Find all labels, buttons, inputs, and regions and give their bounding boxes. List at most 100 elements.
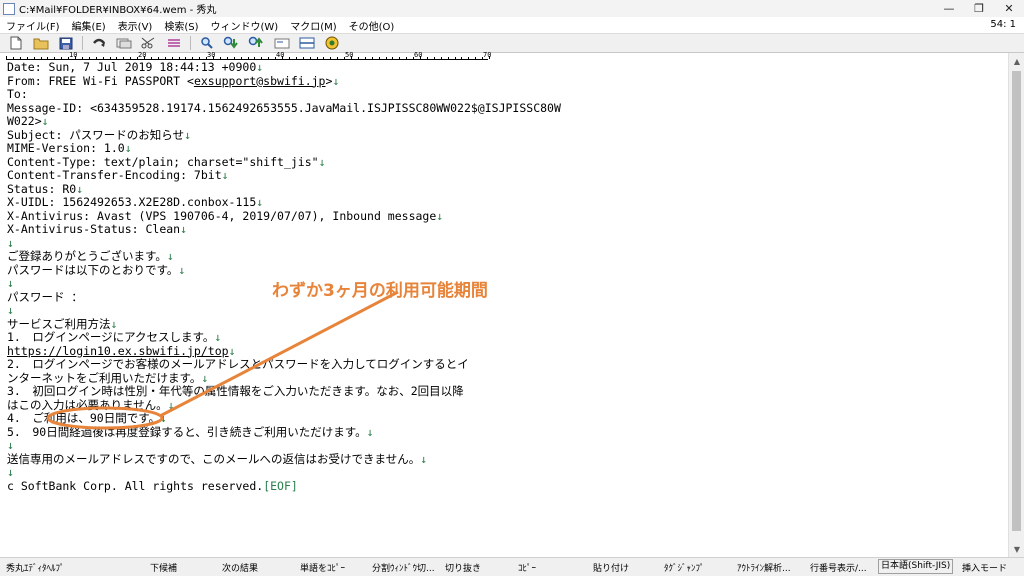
fkey-help[interactable]: 秀丸ｴﾃﾞｨﾀﾍﾙﾌﾟ [6, 561, 65, 574]
text-line[interactable]: Date: Sun, 7 Jul 2019 18:44:13 +0900↓ [7, 60, 561, 75]
text-line[interactable]: ↓ [7, 303, 561, 318]
ruler-tick [12, 57, 14, 59]
new-file-icon[interactable] [6, 35, 26, 51]
menu-macro[interactable]: マクロ(M) [284, 18, 342, 33]
ruler-tick [123, 57, 125, 59]
ruler-tick [233, 57, 235, 59]
ruler-tick [54, 57, 56, 59]
text-line[interactable]: To: [7, 87, 561, 102]
cursor-position: 54: 1 [990, 19, 1016, 30]
search-up-icon[interactable] [247, 35, 267, 51]
text-line[interactable]: 送信専用のメールアドレスですので、このメールへの返信はお受けできません。↓ [7, 452, 561, 467]
text-line[interactable]: From: FREE Wi-Fi PASSPORT <exsupport@sbw… [7, 74, 561, 89]
ruler-number: 70 [483, 51, 492, 59]
scroll-down-arrow-icon[interactable]: ▼ [1009, 541, 1024, 557]
search-icon[interactable] [197, 35, 217, 51]
line-text: Content-Type: text/plain; charset="shift… [7, 154, 319, 169]
undo-icon[interactable] [89, 35, 109, 51]
text-line[interactable]: Subject: パスワードのお知らせ↓ [7, 127, 561, 143]
fkey-next-result[interactable]: 次の結果 [222, 561, 258, 574]
text-line[interactable]: 4. ご利用は、90日間です。↓ [7, 411, 561, 426]
menu-edit[interactable]: 編集(E) [66, 18, 112, 33]
text-line[interactable]: Message-ID: <634359528.19174.15624926535… [7, 101, 561, 116]
encoding-indicator[interactable]: 日本語(Shift-JIS) [878, 559, 954, 574]
ruler-tick [88, 57, 90, 59]
newline-mark-icon: ↓ [201, 370, 209, 385]
fkey-tag-jump[interactable]: ﾀｸﾞｼﾞｬﾝﾌﾟ [664, 561, 705, 574]
line-text: To: [7, 87, 35, 101]
line-text: 3. 初回ログイン時は性別・年代等の属性情報をご入力いただきます。なお、2回目以… [7, 384, 464, 398]
window-split-icon[interactable] [297, 35, 317, 51]
fkey-copy[interactable]: ｺﾋﾟｰ [518, 561, 536, 574]
text-line[interactable]: 2. ログインページでお客様のメールアドレスとパスワードを入力してログインすると… [7, 357, 561, 372]
restore-button[interactable]: ❐ [964, 0, 994, 17]
text-line[interactable]: MIME-Version: 1.0↓ [7, 141, 561, 156]
text-line[interactable]: Status: R0↓ [7, 182, 561, 197]
menu-file[interactable]: ファイル(F) [0, 18, 66, 33]
text-line[interactable]: X-UIDL: 1562492653.X2E28D.conbox-115↓ [7, 195, 561, 210]
line-text: ンターネットをご利用いただけます。 [7, 370, 202, 385]
text-line[interactable]: X-Antivirus: Avast (VPS 190706-4, 2019/0… [7, 209, 561, 224]
text-line[interactable]: 5. 90日間経過後は再度登録すると、引き続きご利用いただけます。↓ [7, 425, 561, 440]
text-line[interactable]: https://login10.ex.sbwifi.jp/top↓ [7, 344, 561, 359]
fkey-split-window[interactable]: 分割ｳｨﾝﾄﾞｳ切... [372, 561, 435, 574]
menu-other[interactable]: その他(O) [343, 18, 401, 33]
editor-area[interactable]: Date: Sun, 7 Jul 2019 18:44:13 +0900↓ Fro… [0, 60, 1008, 557]
ruler-tick [433, 57, 435, 59]
ruler-tick [475, 57, 477, 59]
menu-search[interactable]: 検索(S) [158, 18, 204, 33]
search-down-icon[interactable] [222, 35, 242, 51]
ruler-tick [164, 57, 166, 59]
text-line[interactable]: Content-Type: text/plain; charset="shift… [7, 154, 561, 170]
text-line[interactable]: パスワードは以下のとおりです。↓ [7, 263, 561, 278]
text-line[interactable]: ↓ [7, 235, 561, 251]
ruler-tick [150, 57, 152, 59]
scroll-up-arrow-icon[interactable]: ▲ [1009, 53, 1024, 69]
text-line[interactable]: X-Antivirus-Status: Clean↓ [7, 222, 561, 237]
text-line[interactable]: ご登録ありがとうございます。↓ [7, 249, 561, 264]
fkey-paste[interactable]: 貼り付け [593, 561, 629, 574]
newline-mark-icon: ↓ [7, 235, 14, 250]
vertical-scrollbar[interactable]: ▲ ▼ [1008, 53, 1024, 557]
redo-icon[interactable] [114, 35, 134, 51]
scroll-thumb[interactable] [1012, 71, 1021, 531]
grep-icon[interactable] [272, 35, 292, 51]
email-link[interactable]: https://login10.ex.sbwifi.jp/top [7, 344, 229, 358]
text-line[interactable]: 1. ログインページにアクセスします。↓ [7, 330, 561, 345]
ruler-tick [385, 57, 387, 59]
line-text: Subject: パスワードのお知らせ [7, 127, 185, 142]
fkey-outline[interactable]: ｱｳﾄﾗｲﾝ解析... [737, 561, 791, 574]
close-button[interactable]: ✕ [994, 0, 1024, 17]
ruler-number: 30 [207, 51, 216, 59]
menu-window[interactable]: ウィンドウ(W) [205, 18, 285, 33]
text-line[interactable]: はこの入力は必要ありません。↓ [7, 398, 561, 413]
fkey-cut[interactable]: 切り抜き [445, 561, 481, 574]
text-line[interactable]: サービスご利用方法↓ [7, 317, 561, 332]
text-line[interactable]: Content-Transfer-Encoding: 7bit↓ [7, 168, 561, 183]
ruler-tick [192, 57, 194, 59]
fkey-next-candidate[interactable]: 下候補 [150, 561, 177, 574]
toolbar [0, 33, 1024, 53]
newline-mark-icon: ↓ [318, 154, 326, 169]
save-icon[interactable] [56, 35, 76, 51]
fkey-copy-word[interactable]: 単語をｺﾋﾟｰ [300, 561, 345, 574]
minimize-button[interactable]: — [934, 0, 964, 17]
text-line[interactable]: W022>↓ [7, 114, 561, 129]
copy-icon[interactable] [164, 35, 184, 51]
text-line[interactable]: ↓ [7, 438, 561, 453]
text-line[interactable]: 3. 初回ログイン時は性別・年代等の属性情報をご入力いただきます。なお、2回目以… [7, 384, 561, 399]
text-line[interactable]: ↓ [7, 465, 561, 480]
open-folder-icon[interactable] [31, 35, 51, 51]
text-line[interactable]: c SoftBank Corp. All rights reserved.[EO… [7, 479, 561, 494]
email-link[interactable]: exsupport@sbwifi.jp [194, 74, 326, 88]
ruler-tick [261, 57, 263, 59]
fkey-line-number[interactable]: 行番号表示/... [810, 561, 867, 574]
hidemaru-icon[interactable] [322, 35, 342, 51]
ruler-tick [226, 57, 228, 59]
toolbar-separator [190, 36, 191, 50]
menu-view[interactable]: 表示(V) [112, 18, 159, 33]
insert-mode-indicator[interactable]: 挿入モード [962, 561, 1007, 574]
line-text: MIME-Version: 1.0 [7, 141, 125, 155]
cut-icon[interactable] [139, 35, 159, 51]
text-line[interactable]: ンターネットをご利用いただけます。↓ [7, 370, 561, 386]
